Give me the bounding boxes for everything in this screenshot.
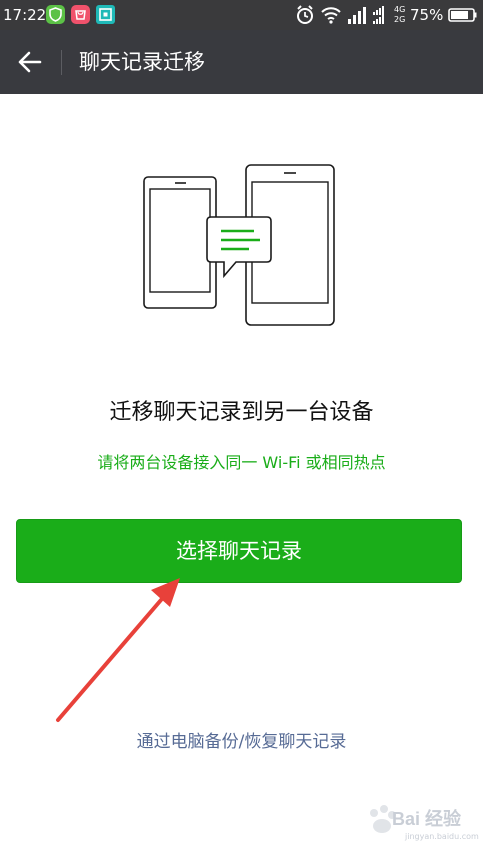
security-app-icon (46, 5, 65, 24)
signal-icon (348, 7, 366, 24)
migration-headline: 迁移聊天记录到另一台设备 (109, 400, 374, 425)
back-arrow-icon (18, 51, 42, 73)
annotation-arrow (56, 578, 180, 722)
network-2g-label: 2G (394, 15, 406, 24)
battery-percent: 75% (410, 6, 444, 24)
shopping-app-icon (71, 5, 90, 24)
watermark-subtext: jingyan.baidu.com (405, 832, 479, 841)
battery-icon (448, 8, 477, 22)
status-time: 17:22 (3, 6, 47, 24)
app-bar-divider (61, 50, 62, 75)
page-title: 聊天记录迁移 (79, 50, 205, 74)
pc-backup-restore-link[interactable]: 通过电脑备份/恢复聊天记录 (0, 729, 483, 755)
network-4g-label: 4G (394, 5, 406, 14)
back-button[interactable] (8, 40, 52, 84)
scanner-app-icon (96, 5, 115, 24)
status-bar: 17:22 4G 2G 75% (0, 0, 483, 30)
phone-to-tablet-migration-icon (143, 164, 335, 326)
watermark-text: Bai 经验 (392, 809, 462, 829)
app-bar: 聊天记录迁移 (0, 30, 483, 94)
wifi-hint-text: 请将两台设备接入同一 Wi-Fi 或相同热点 (97, 453, 386, 472)
signal-4g-2g-icon (373, 6, 384, 24)
wifi-icon (321, 7, 341, 24)
alarm-icon (297, 5, 313, 24)
